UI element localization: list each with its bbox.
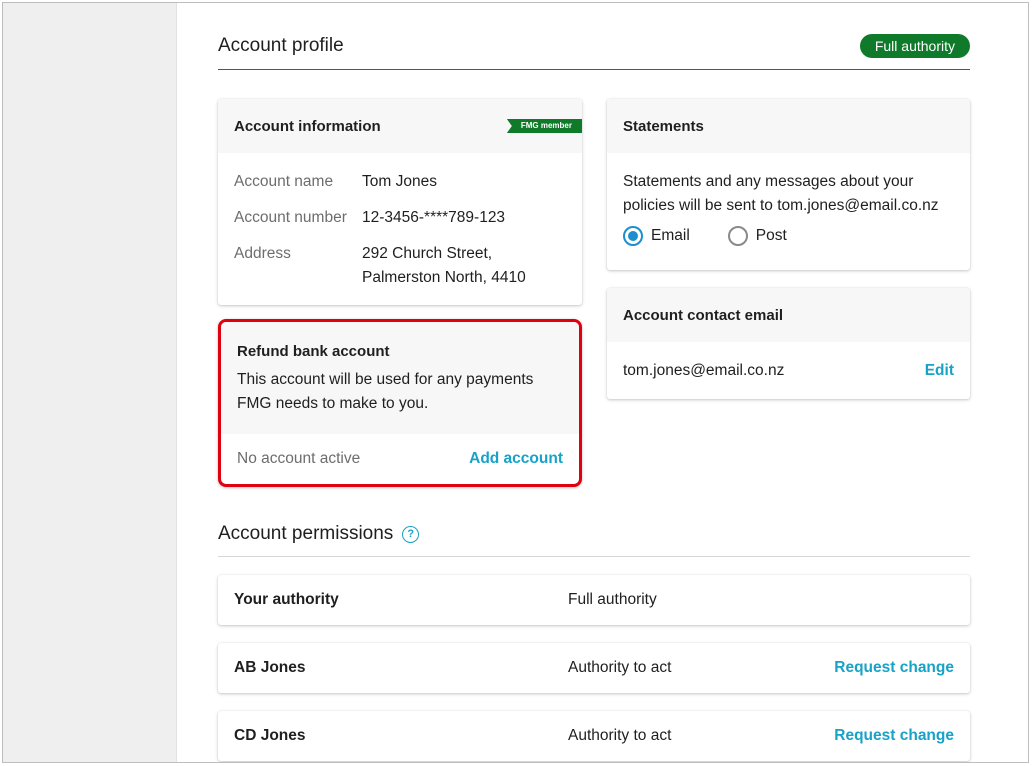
radio-email[interactable]: Email: [623, 226, 690, 246]
refund-desc-line-1: This account will be used for any paymen…: [237, 371, 534, 388]
permission-level: Authority to act: [568, 659, 672, 676]
refund-desc-line-2: FMG needs to make to you.: [237, 395, 429, 412]
account-info-card: Account information FMG member Account n…: [218, 99, 582, 305]
request-change-link[interactable]: Request change: [834, 659, 954, 677]
refund-footer: No account active Add account: [221, 434, 579, 484]
account-info-title: Account information: [234, 117, 381, 135]
info-row-account-name: Account name Tom Jones: [234, 170, 566, 194]
permissions-header: Account permissions ?: [218, 519, 970, 549]
statements-title: Statements: [623, 117, 704, 135]
refund-description: This account will be used for any paymen…: [237, 368, 563, 416]
radio-email-label: Email: [651, 227, 690, 244]
address-line-2: Palmerston North, 4410: [362, 269, 526, 286]
radio-post-label: Post: [755, 227, 787, 244]
radio-post[interactable]: Post: [727, 226, 787, 246]
delivery-radio-group: Email Post: [623, 226, 954, 246]
radio-checked-icon[interactable]: [623, 226, 643, 246]
contact-email-card: Account contact email tom.jones@email.co…: [607, 288, 970, 399]
info-label: Address: [234, 245, 291, 262]
permission-name: AB Jones: [234, 659, 306, 676]
statements-header: Statements: [607, 99, 970, 153]
permissions-title: Account permissions: [218, 523, 394, 544]
info-row-account-number: Account number 12-3456-****789-123: [234, 206, 566, 230]
radio-unchecked-icon[interactable]: [727, 226, 748, 246]
info-value: Tom Jones: [362, 173, 437, 190]
permission-row: Your authority Full authority: [218, 575, 970, 625]
statements-desc-line-1: Statements and any messages about your: [623, 173, 914, 190]
contact-email-header: Account contact email: [607, 288, 970, 342]
contact-email-title: Account contact email: [623, 306, 784, 324]
page-title: Account profile: [218, 35, 344, 56]
permission-name: CD Jones: [234, 727, 306, 744]
add-account-link[interactable]: Add account: [469, 450, 563, 468]
divider: [218, 69, 970, 70]
authority-badge: Full authority: [859, 34, 970, 58]
address-line-1: 292 Church Street,: [362, 245, 493, 262]
refund-bank-card: Refund bank account This account will be…: [218, 319, 582, 487]
question-circle-icon[interactable]: ?: [402, 525, 420, 543]
permission-row: CD Jones Authority to act Request change: [218, 711, 970, 761]
statements-desc-line-2: policies will be sent to tom.jones@email…: [623, 197, 939, 214]
contact-email-value: tom.jones@email.co.nz: [623, 361, 785, 379]
account-info-header: Account information FMG member: [218, 99, 582, 153]
fmg-member-tag: FMG member: [506, 119, 582, 133]
refund-title: Refund bank account: [237, 343, 390, 360]
sidebar: [3, 3, 177, 762]
permission-level: Full authority: [568, 591, 657, 608]
edit-email-link[interactable]: Edit: [925, 362, 954, 380]
profile-header: Account profile Full authority: [218, 31, 970, 61]
info-label: Account name: [234, 173, 334, 190]
permission-row: AB Jones Authority to act Request change: [218, 643, 970, 693]
divider: [218, 556, 970, 557]
info-value: 12-3456-****789-123: [362, 209, 506, 226]
info-label: Account number: [234, 209, 347, 226]
statements-card: Statements Statements and any messages a…: [607, 99, 970, 270]
request-change-link[interactable]: Request change: [834, 727, 954, 745]
statements-description: Statements and any messages about your p…: [623, 170, 954, 218]
refund-status: No account active: [237, 450, 361, 467]
info-row-address: Address 292 Church Street, Palmerston No…: [234, 242, 566, 290]
refund-header: Refund bank account This account will be…: [221, 322, 579, 434]
permission-level: Authority to act: [568, 727, 672, 744]
app-window: Account profile Full authority Account i…: [2, 2, 1029, 763]
address-value: 292 Church Street, Palmerston North, 441…: [362, 242, 526, 290]
permission-name: Your authority: [234, 591, 339, 608]
main-content: Account profile Full authority Account i…: [218, 3, 970, 762]
